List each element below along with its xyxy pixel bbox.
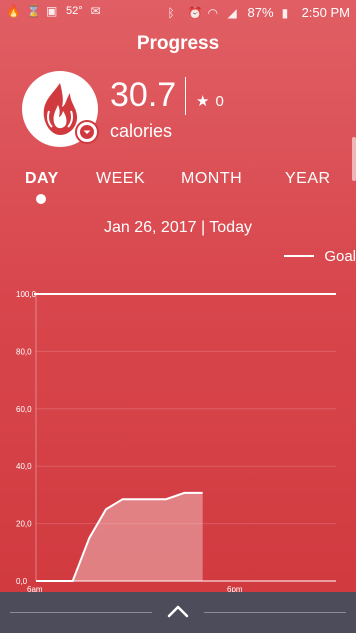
progress-chart: 0,020,040,060,080,0100,06am 6pm bbox=[16, 290, 336, 594]
calorie-unit: calories bbox=[110, 121, 173, 141]
page-title: Progress bbox=[136, 33, 220, 54]
chevron-down-icon bbox=[80, 125, 94, 139]
battery-percent: 87% bbox=[247, 5, 274, 20]
y-tick-label: 100,0 bbox=[16, 290, 37, 299]
calorie-value: 30.7 bbox=[110, 76, 177, 114]
goal-legend-label: Goal bbox=[324, 247, 356, 265]
y-tick-label: 60,0 bbox=[16, 405, 32, 414]
y-tick-label: 20,0 bbox=[16, 520, 32, 529]
fire-icon: 🔥 bbox=[6, 4, 21, 18]
y-tick-label: 0,0 bbox=[16, 577, 28, 586]
star-count-value: 0 bbox=[215, 92, 224, 110]
tab-week[interactable]: WEEK bbox=[96, 170, 145, 188]
summary-card: 30.7 ★ 0 calories bbox=[22, 71, 342, 147]
chart-legend: Goal bbox=[284, 246, 356, 266]
clock: 2:50 PM bbox=[301, 5, 350, 20]
wifi-icon: ◠ bbox=[207, 5, 219, 20]
star-count: ★ 0 bbox=[196, 92, 224, 111]
date-label: Jan 26, 2017 | Today bbox=[104, 219, 252, 236]
bluetooth-icon: ᛒ bbox=[167, 5, 175, 20]
divider bbox=[185, 77, 186, 115]
y-tick-label: 80,0 bbox=[16, 347, 32, 356]
mail-icon: ✉ bbox=[90, 4, 101, 18]
tab-month[interactable]: MONTH bbox=[181, 170, 242, 188]
star-icon: ★ bbox=[196, 93, 210, 110]
temperature-label: 52° bbox=[66, 5, 83, 17]
goal-legend-line bbox=[284, 255, 315, 257]
battery-icon: ▮ bbox=[281, 5, 289, 20]
bottom-sheet-bar[interactable] bbox=[0, 592, 356, 633]
active-tab-indicator bbox=[36, 194, 46, 204]
calorie-flame-logo[interactable] bbox=[22, 71, 99, 147]
image-icon: ▣ bbox=[46, 4, 58, 18]
bottom-bar-divider-right bbox=[204, 612, 346, 613]
tab-year[interactable]: YEAR bbox=[285, 170, 331, 188]
signal-icon: ◢ bbox=[227, 5, 237, 20]
alarm-icon: ⏰ bbox=[187, 5, 203, 20]
y-tick-label: 40,0 bbox=[16, 462, 32, 471]
calorie-area bbox=[36, 492, 203, 581]
bottom-bar-divider-left bbox=[10, 612, 152, 613]
status-bar: 🔥 ⌛ ▣ 52° ✉ ᛒ ⏰ ◠ ◢ 87% ▮ 2:50 PM bbox=[0, 0, 356, 26]
period-tabs: DAY WEEK MONTH YEAR bbox=[0, 170, 356, 206]
tab-day[interactable]: DAY bbox=[25, 170, 59, 188]
dropdown-badge[interactable] bbox=[75, 120, 99, 144]
chevron-up-icon[interactable] bbox=[166, 602, 190, 620]
hourglass-icon: ⌛ bbox=[26, 4, 41, 18]
